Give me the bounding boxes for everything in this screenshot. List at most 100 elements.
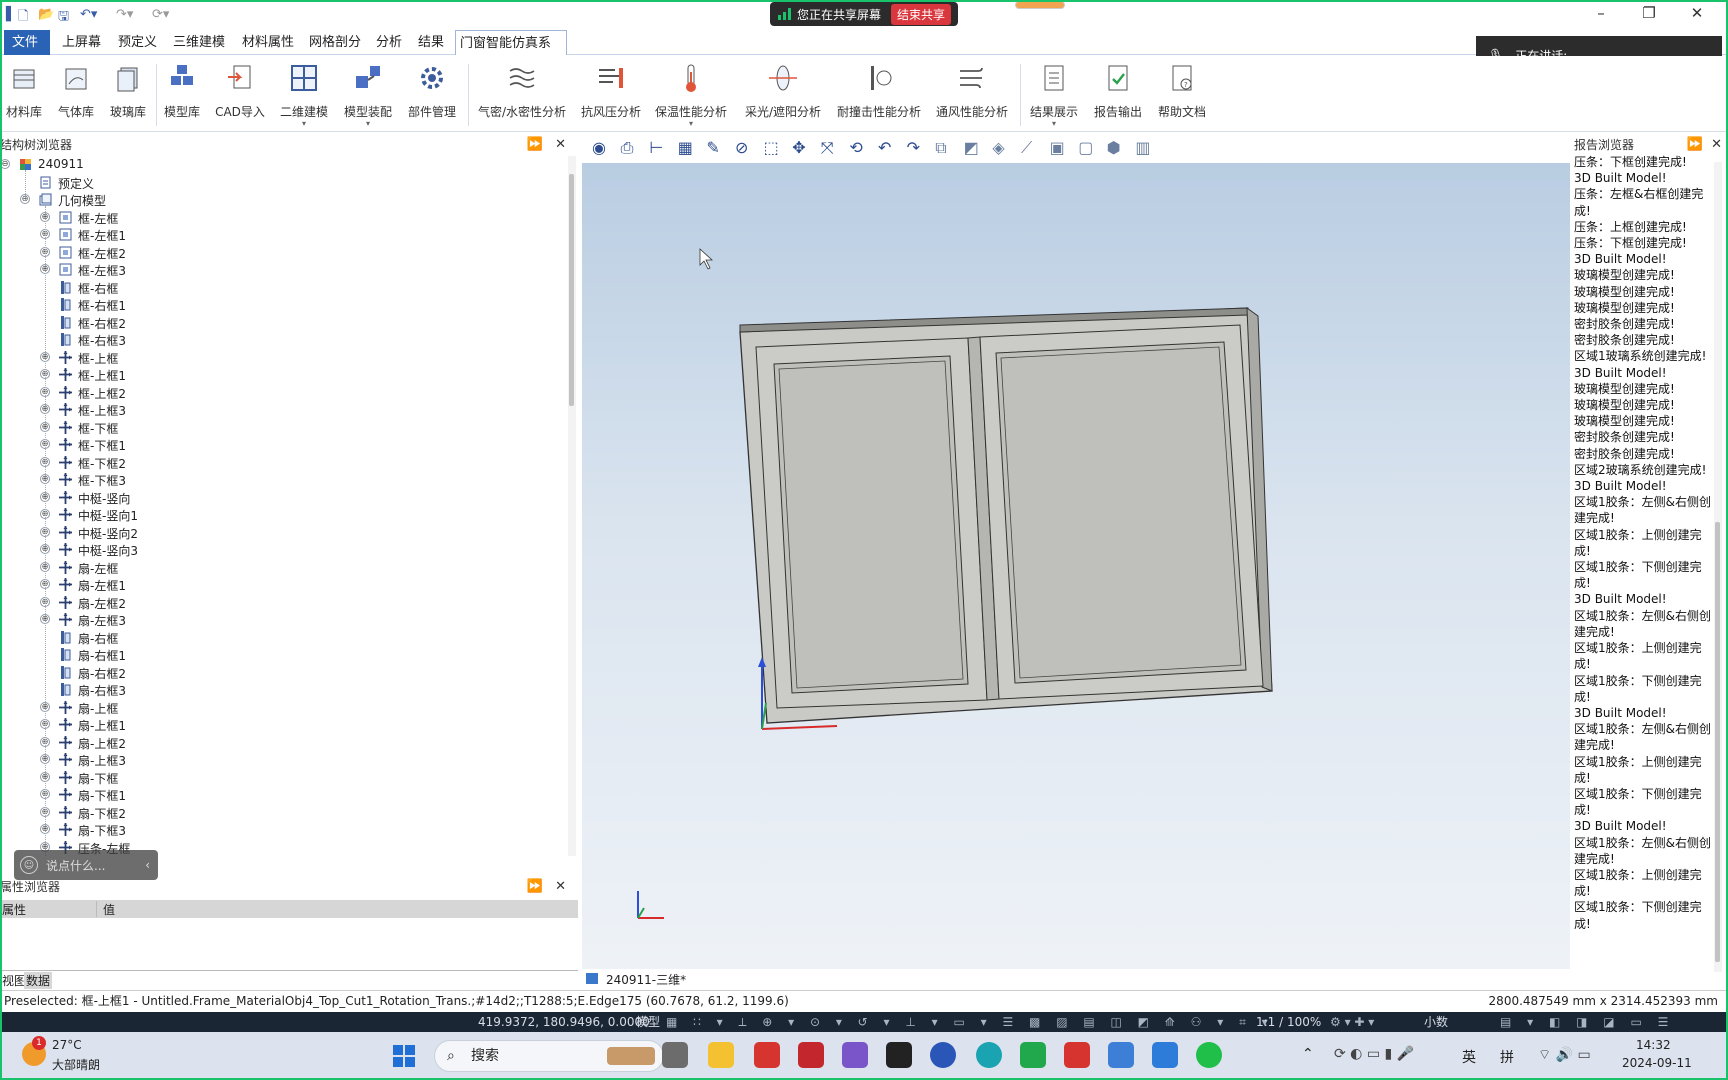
model-assembly-button[interactable]: 模型装配 ▾ — [340, 60, 396, 130]
redo-icon[interactable]: ↷▾ — [116, 7, 133, 23]
print-icon[interactable]: ⎙ — [621, 138, 643, 158]
solidworks-icon[interactable] — [798, 1042, 824, 1068]
rotate-icon[interactable]: ⟲ — [849, 138, 871, 158]
menu-item[interactable]: 材料属性 — [238, 30, 298, 55]
menu-item[interactable]: 三维建模 — [169, 30, 229, 55]
task-view-icon[interactable] — [662, 1042, 688, 1068]
fit-all-icon[interactable]: ⤧ — [821, 138, 843, 158]
undo-icon[interactable]: ↶▾ — [80, 7, 97, 23]
tree-scrollbar[interactable] — [568, 156, 576, 856]
tree-item[interactable]: ⊕ 扇-左框3 — [0, 611, 560, 628]
ime-language[interactable]: 英 — [1462, 1047, 1476, 1067]
tree-item-predefine[interactable]: 预定义 — [0, 174, 560, 191]
close-icon[interactable]: ✕ — [555, 137, 566, 152]
file-explorer-icon[interactable] — [708, 1042, 734, 1068]
refresh-icon[interactable]: ⟳▾ — [152, 7, 169, 23]
dock-icon[interactable]: ⏩ — [1687, 137, 1703, 152]
tree-item[interactable]: ⊕ 扇-左框1 — [0, 576, 560, 593]
tree-root[interactable]: ⊖ 240911 — [0, 156, 560, 173]
snap-tools[interactable]: ▦ ∷ ▾ ⟂ ⊕ ▾ ⊙ ▾ ↺ ▾ ⊥ ▾ ▭ ▾ ☰ ▩ ▨ ▤ ◫ ◩ … — [666, 1012, 1274, 1032]
tree-item[interactable]: ⊕ 中梃-竖向2 — [0, 524, 560, 541]
tree-item[interactable]: 框-右框3 — [0, 331, 560, 348]
cut-icon[interactable]: ⟋ — [1021, 138, 1043, 158]
tray-icons[interactable]: ⟳ ◐ ▭ ▮ 🎤 — [1334, 1046, 1414, 1062]
part-management-button[interactable]: 部件管理 — [404, 60, 460, 130]
status-tools[interactable]: ▤ ▾ ◧ ◨ ◪ ▭ ☰ — [1500, 1012, 1674, 1032]
2d-modeling-button[interactable]: 二维建模 ▾ — [276, 60, 332, 130]
air-water-tightness-button[interactable]: 气密/水密性分析 — [474, 60, 570, 130]
scrollbar-thumb[interactable] — [569, 174, 574, 406]
chevron-left-icon[interactable]: ‹ — [145, 858, 150, 872]
clock-date[interactable]: 2024-09-11 — [1622, 1056, 1692, 1070]
chat-input[interactable]: ☺ 说点什么... ‹ — [14, 850, 158, 880]
simulation-app-icon[interactable] — [1152, 1042, 1178, 1068]
share-drag-handle[interactable] — [1015, 1, 1065, 9]
tree-item[interactable]: ⊕ 框-左框3 — [0, 261, 560, 278]
tree-item[interactable]: 框-右框2 — [0, 314, 560, 331]
tree-item[interactable]: 扇-右框 — [0, 629, 560, 646]
tree-item[interactable]: ⊕ 扇-左框 — [0, 559, 560, 576]
menu-item[interactable]: 分析 — [372, 30, 406, 55]
tree-item[interactable]: ⊕ 框-左框1 — [0, 226, 560, 243]
report-scrollbar[interactable] — [1714, 162, 1722, 972]
redo-view-icon[interactable]: ↷ — [907, 138, 929, 158]
stop-share-button[interactable]: 结束共享 — [891, 3, 952, 25]
tab-data[interactable]: 数据 — [24, 972, 53, 989]
tree-item[interactable]: 扇-右框1 — [0, 646, 560, 663]
paint-icon[interactable]: ✎ — [706, 138, 728, 158]
results-display-button[interactable]: 结果展示 ▾ — [1026, 60, 1082, 130]
app-red-icon[interactable] — [754, 1042, 780, 1068]
close-icon[interactable]: ✕ — [1682, 4, 1712, 26]
app-purple-icon[interactable] — [842, 1042, 868, 1068]
tree-item[interactable]: ⊕ 扇-左框2 — [0, 594, 560, 611]
menu-item[interactable]: 上屏幕 — [58, 30, 105, 55]
tree-item[interactable]: ⊕ 框-左框 — [0, 209, 560, 226]
cad-import-button[interactable]: CAD导入 — [212, 60, 268, 130]
network-volume-battery-icons[interactable]: ⌔ 🔊 ▭ — [1538, 1046, 1591, 1064]
wind-pressure-button[interactable]: 抗风压分析 — [578, 60, 644, 130]
tree-item[interactable]: ⊕ 扇-下框1 — [0, 786, 560, 803]
viewport-tab[interactable]: 240911-三维* — [606, 971, 686, 988]
tree-item[interactable]: ⊕ 框-上框 — [0, 349, 560, 366]
tree-item[interactable]: ⊕ 框-下框3 — [0, 471, 560, 488]
cube-icon[interactable]: ⬢ — [1107, 138, 1129, 158]
color-icon[interactable]: ◈ — [992, 138, 1014, 158]
tree-item[interactable]: ⊕ 扇-下框 — [0, 769, 560, 786]
grid-view-icon[interactable]: ▦ — [678, 138, 700, 158]
tree-item[interactable]: ⊕ 框-下框2 — [0, 454, 560, 471]
clock-time[interactable]: 14:32 — [1636, 1038, 1671, 1052]
tree-item[interactable]: ⊕ 扇-上框3 — [0, 751, 560, 768]
material-library-button[interactable]: 材料库 — [2, 60, 46, 130]
undo-view-icon[interactable]: ↶ — [878, 138, 900, 158]
tree-item[interactable]: ⊕ 扇-下框3 — [0, 821, 560, 838]
menu-item-active[interactable]: 门窗智能仿真系统 — [455, 30, 567, 76]
layer-icon[interactable]: ⧉ — [935, 138, 957, 158]
chevron-up-icon[interactable]: ⌃ — [1302, 1046, 1314, 1062]
tree-item[interactable]: 框-右框 — [0, 279, 560, 296]
tree-item[interactable]: ⊕ 中梃-竖向3 — [0, 541, 560, 558]
menu-file[interactable]: 文件 — [4, 30, 50, 55]
expand-toggle-icon[interactable]: ⊖ — [0, 159, 10, 169]
edge-icon[interactable] — [976, 1042, 1002, 1068]
ventilation-button[interactable]: 通风性能分析 — [930, 60, 1014, 130]
save-icon[interactable]: 🖫 — [58, 7, 69, 24]
tree-item[interactable]: ⊕ 框-下框 — [0, 419, 560, 436]
start-icon[interactable] — [392, 1044, 416, 1068]
new-file-icon[interactable]: 🗋 — [18, 7, 28, 24]
tree-item[interactable]: 扇-右框2 — [0, 664, 560, 681]
open-folder-icon[interactable]: 📂 — [38, 7, 54, 23]
glass-library-button[interactable]: 玻璃库 — [106, 60, 150, 130]
tree-item[interactable]: ⊕ 扇-上框2 — [0, 734, 560, 751]
help-docs-button[interactable]: ? 帮助文档 — [1154, 60, 1210, 130]
camera-icon[interactable]: ◉ — [592, 138, 614, 158]
minimize-icon[interactable]: – — [1586, 4, 1616, 26]
restore-icon[interactable]: ❐ — [1634, 4, 1664, 26]
zoom-scale[interactable]: 1:1 / 100% — [1256, 1012, 1321, 1032]
taskbar-search[interactable]: ⌕ 搜索 — [434, 1040, 664, 1072]
edge-icon[interactable]: ◩ — [964, 138, 986, 158]
tree-item[interactable]: ⊕ 扇-下框2 — [0, 804, 560, 821]
close-icon[interactable]: ✕ — [1711, 137, 1722, 152]
daylight-shading-button[interactable]: 采光/遮阳分析 — [738, 60, 828, 130]
model-library-button[interactable]: 模型库 — [160, 60, 204, 130]
scrollbar-thumb[interactable] — [1715, 522, 1720, 962]
